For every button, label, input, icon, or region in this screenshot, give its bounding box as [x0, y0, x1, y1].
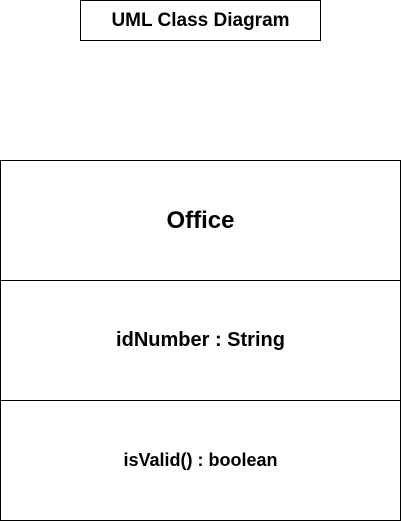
- diagram-title-box: UML Class Diagram: [80, 0, 321, 41]
- class-name-section: Office: [1, 161, 400, 280]
- class-name: Office: [166, 206, 235, 234]
- class-attributes-section: idNumber : String: [1, 280, 400, 400]
- uml-class-box: Office idNumber : String isValid() : boo…: [0, 160, 401, 521]
- class-operations-section: isValid() : boolean: [1, 400, 400, 520]
- diagram-title: UML Class Diagram: [111, 9, 290, 31]
- class-operation: isValid() : boolean: [123, 450, 278, 470]
- class-attribute: idNumber : String: [116, 329, 285, 351]
